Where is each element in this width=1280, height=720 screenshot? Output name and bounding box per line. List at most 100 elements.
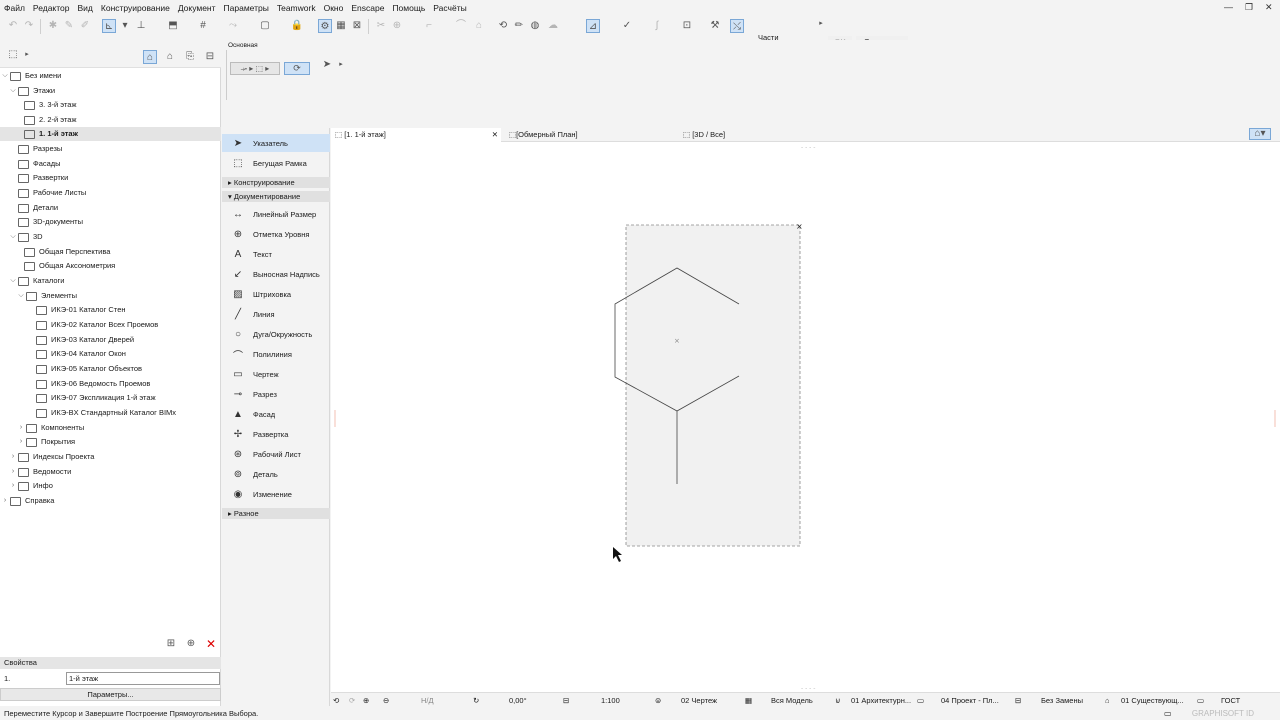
tree-item-story-1[interactable]: 1. 1-й этаж (0, 127, 221, 141)
project-field[interactable]: 04 Проект - Пл... (941, 696, 999, 706)
transform-icon[interactable]: ✂ (374, 19, 388, 33)
rotate-icon[interactable]: ⟲ (496, 19, 510, 33)
tool-worksheet[interactable]: ⊛ Рабочий Лист (222, 445, 330, 463)
table-icon[interactable]: ▦ (334, 19, 348, 33)
curve-icon[interactable]: ∫ (650, 19, 664, 33)
tree-item-schedule-01[interactable]: ИКЭ-01 Каталог Стен (36, 303, 126, 317)
group-document[interactable]: ▾ Документирование (222, 191, 330, 202)
layer-combo-icon[interactable]: ⊜ (655, 696, 661, 706)
tool-change[interactable]: ◉ Изменение (222, 485, 330, 503)
properties-header[interactable]: Свойства (0, 657, 221, 669)
close-tab-icon[interactable]: ✕ (492, 128, 498, 142)
monitor-icon[interactable]: ▭ (1164, 709, 1172, 719)
scale-icon[interactable]: ⊟ (563, 696, 569, 706)
tree-item-schedule-06[interactable]: ИКЭ-06 Ведомость Проемов (36, 377, 150, 391)
lock-icon[interactable]: 🔒 (290, 19, 304, 33)
settings-button[interactable]: Параметры... (0, 688, 221, 701)
tool-detail[interactable]: ⊚ Деталь (222, 465, 330, 483)
pick-up-icon[interactable]: ✎ (62, 19, 76, 33)
tree-item-elements[interactable]: ⌵ Элементы (16, 289, 77, 303)
marquee-rotate-icon[interactable]: ⟳ (284, 62, 310, 75)
model-view-icon[interactable]: ▦ (745, 696, 752, 706)
tool-label[interactable]: ↙ Выносная Надпись (222, 265, 330, 283)
navigator-arrow-icon[interactable]: ▸ (20, 48, 34, 62)
dropdown-arrow-icon[interactable]: ▾ (118, 19, 132, 33)
tree-item-schedule-03[interactable]: ИКЭ-03 Каталог Дверей (36, 333, 134, 347)
zoom-fit-icon[interactable]: ⊖ (383, 696, 389, 706)
tree-item-help[interactable]: › Справка (0, 494, 54, 508)
tool-drawing[interactable]: ▭ Чертеж (222, 365, 330, 383)
project-icon[interactable]: ▭ (917, 696, 924, 706)
magic-wand-icon[interactable]: ✱ (46, 19, 60, 33)
offset-icon[interactable]: ⊕ (390, 19, 404, 33)
tree-item-info[interactable]: › Инфо (8, 479, 53, 493)
close-window-icon[interactable]: ✕ (1265, 2, 1273, 13)
story-name-field[interactable]: 1-й этаж (66, 672, 220, 685)
layout-book-icon[interactable]: ⎘ (183, 50, 197, 64)
snap-guides-icon[interactable]: ⊾ (102, 19, 116, 33)
tree-item-components[interactable]: › Компоненты (16, 421, 84, 435)
menu-file[interactable]: Файл (0, 0, 29, 16)
trace-icon[interactable]: ⤳ (226, 19, 240, 33)
tree-item-3d-documents[interactable]: 3D-документы (18, 215, 83, 229)
rotate-icon[interactable]: ↻ (473, 696, 479, 706)
minimize-icon[interactable]: — (1224, 2, 1233, 12)
tree-item-elevations[interactable]: Фасады (18, 157, 61, 171)
tree-item-schedule-05[interactable]: ИКЭ-05 Каталог Объектов (36, 362, 142, 376)
selection-method-icon[interactable]: ⤞ ▸ ⬚ ▸ (230, 62, 280, 75)
zoom-in-icon[interactable]: ⊕ (363, 696, 369, 706)
tree-item-stories[interactable]: ⌵ Этажи (8, 84, 55, 98)
tree-item-lists[interactable]: › Ведомости (8, 465, 71, 479)
undo-icon[interactable]: ↶ (6, 19, 20, 33)
tree-item-interior-elevations[interactable]: Развертки (18, 171, 68, 185)
tree-item-schedule-04[interactable]: ИКЭ-04 Каталог Окон (36, 347, 126, 361)
renovation-filter-icon[interactable]: ⌂ (1105, 696, 1110, 706)
stretch-icon[interactable]: ⌐ (422, 19, 436, 33)
tree-item-project[interactable]: ⌵ Без имени (0, 69, 61, 83)
expand-arrow-icon[interactable]: ▸ (334, 58, 348, 72)
nd-field[interactable]: Н/Д (421, 696, 434, 706)
tree-item-surfaces[interactable]: › Покрытия (16, 435, 75, 449)
tab-survey-plan[interactable]: ⬚[Обмерный План] (505, 128, 677, 142)
tool-elevation[interactable]: ▲ Фасад (222, 405, 330, 423)
tree-item-schedules[interactable]: ⌵ Каталоги (8, 274, 64, 288)
layer-field[interactable]: 01 Архитектурн... (851, 696, 911, 706)
tree-item-perspective[interactable]: Общая Перспектива (24, 245, 110, 259)
tree-item-3d[interactable]: ⌵ 3D (8, 230, 43, 244)
tree-item-schedule-bx[interactable]: ИКЭ-BX Стандартный Каталог BIMx (36, 406, 176, 420)
cloud-icon[interactable]: ☁ (546, 19, 560, 33)
graphisoft-id[interactable]: GRAPHISOFT ID (1192, 708, 1254, 720)
redo-icon[interactable]: ↷ (22, 19, 36, 33)
delete-icon[interactable]: ✕ (204, 637, 218, 651)
menu-view[interactable]: Вид (74, 0, 97, 16)
clone-icon[interactable]: ⊕ (184, 637, 198, 651)
grid-icon[interactable]: # (196, 19, 210, 33)
tab-menu-icon[interactable]: ⌂▾ (1249, 128, 1271, 140)
tree-item-project-indexes[interactable]: › Индексы Проекта (8, 450, 94, 464)
scale-field[interactable]: 1:100 (601, 696, 620, 706)
menu-help[interactable]: Помощь (388, 0, 429, 16)
model-view-field[interactable]: Вся Модель (771, 696, 813, 706)
new-view-icon[interactable]: ⊞ (164, 637, 178, 651)
sketch-icon[interactable]: ⤯ (730, 19, 744, 33)
tool-polyline[interactable]: ⌒ Полилиния (222, 345, 330, 363)
pointer-arrow-icon[interactable]: ➤ (320, 58, 334, 72)
override-field[interactable]: Без Замены (1041, 696, 1083, 706)
tree-item-schedule-02[interactable]: ИКЭ-02 Каталог Всех Проемов (36, 318, 158, 332)
tree-item-axonometry[interactable]: Общая Аксонометрия (24, 259, 115, 273)
angle-field[interactable]: 0,00° (509, 696, 527, 706)
tool-fill[interactable]: ▨ Штриховка (222, 285, 330, 303)
fillet-icon[interactable]: ⌒ (454, 19, 468, 33)
menu-options[interactable]: Параметры (220, 0, 273, 16)
check-icon[interactable]: ✓ (620, 19, 634, 33)
tool-arc[interactable]: ○ Дуга/Окружность (222, 325, 330, 343)
window-icon[interactable]: ▢ (258, 19, 272, 33)
view-map-icon[interactable]: ⌂ (163, 50, 177, 64)
tool-arrow[interactable]: ➤ Указатель (222, 134, 330, 152)
parts-arrow-icon[interactable]: ▸ (814, 17, 828, 31)
grid-snap-icon[interactable]: ⊥ (134, 19, 148, 33)
tab-floor-plan[interactable]: ⬚ [1. 1-й этаж] ✕ (331, 128, 501, 142)
tree-item-sections[interactable]: Разрезы (18, 142, 62, 156)
tool-interior-elevation[interactable]: ✢ Развертка (222, 425, 330, 443)
tool-marquee[interactable]: ⬚ Бегущая Рамка (222, 154, 330, 172)
